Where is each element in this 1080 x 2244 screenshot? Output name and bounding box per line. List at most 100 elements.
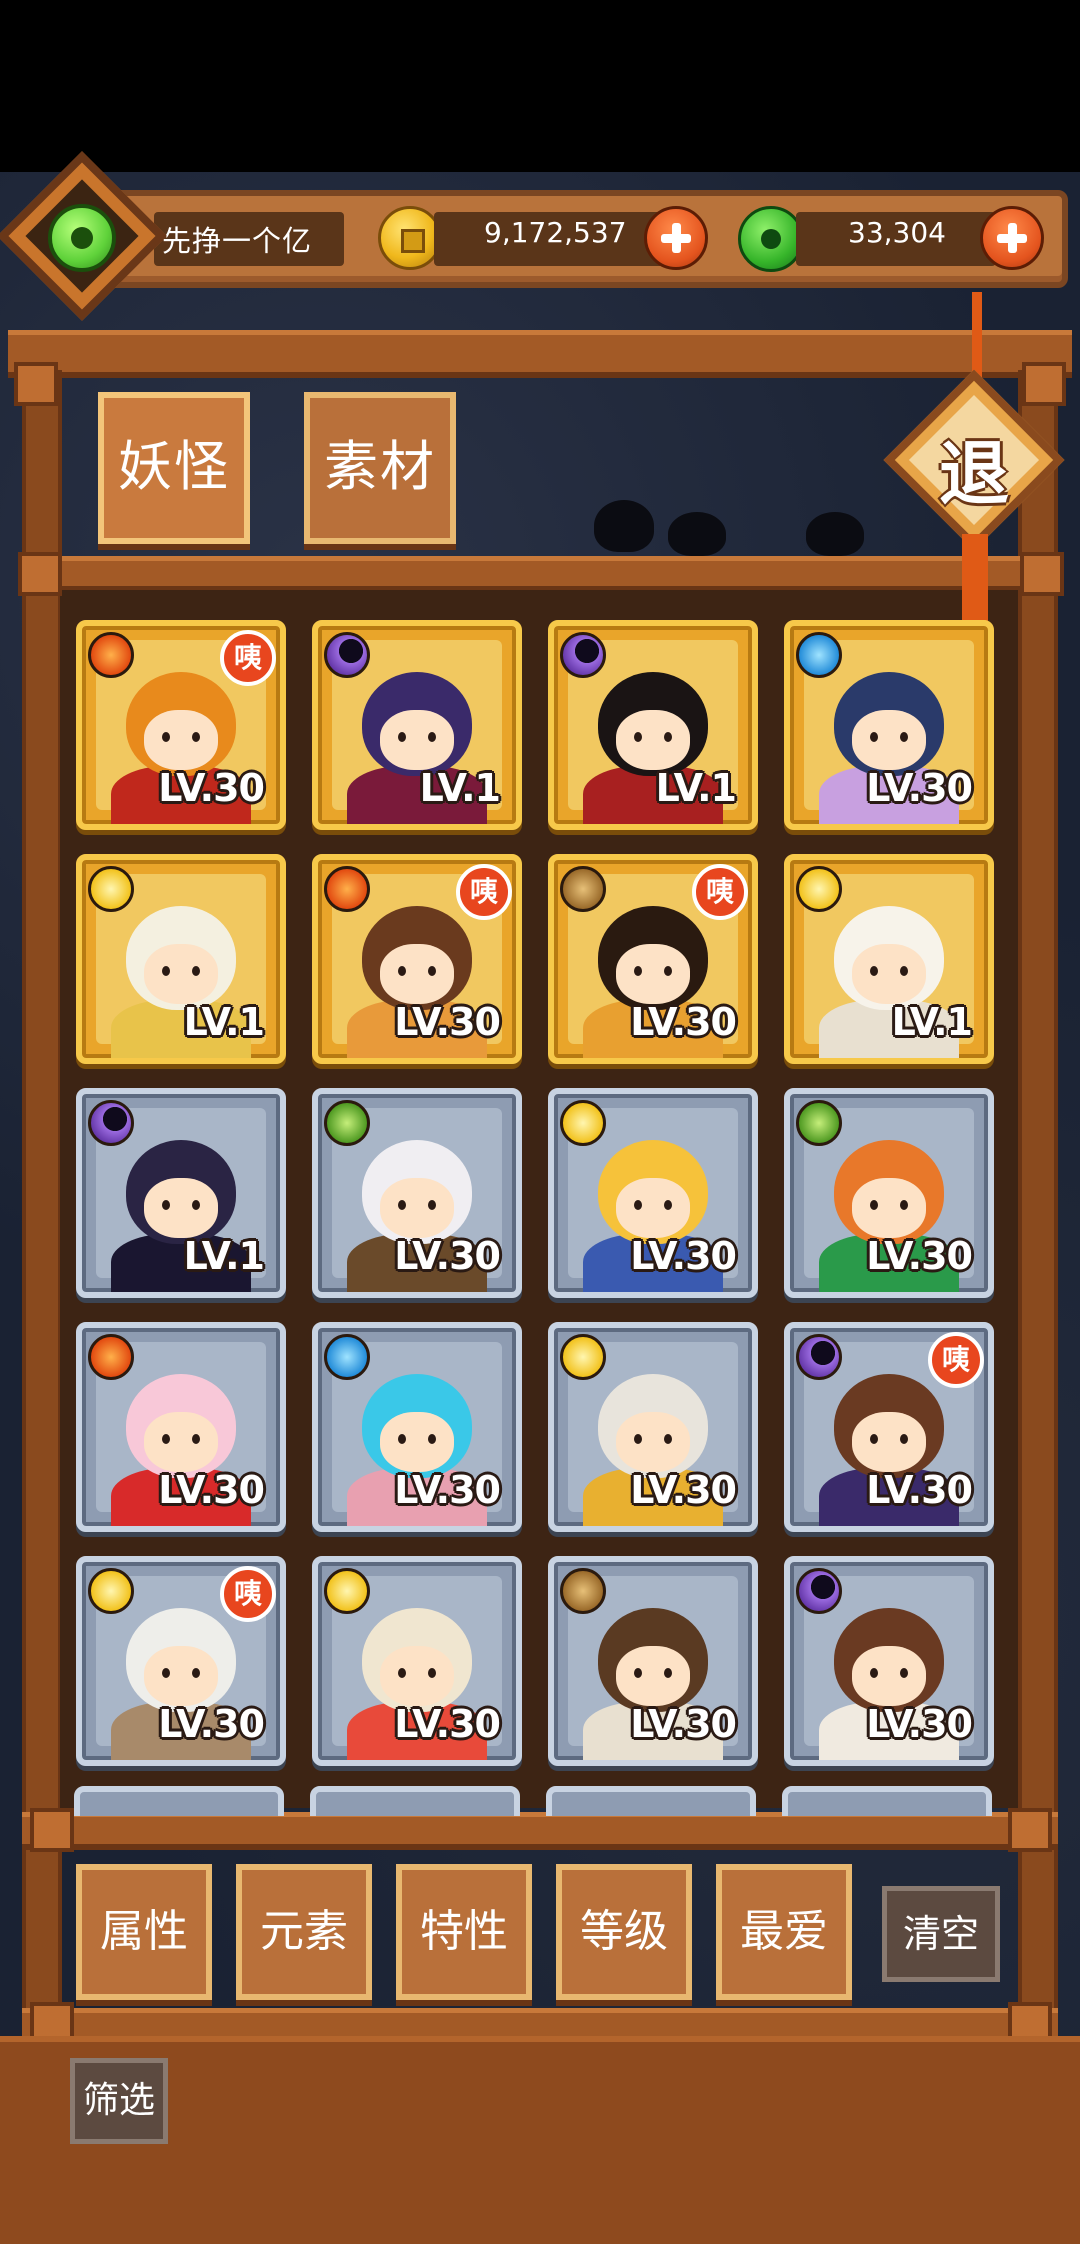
monster-face xyxy=(380,1412,454,1472)
wood-element-icon xyxy=(796,1100,842,1146)
filter-element-button[interactable]: 元素 xyxy=(236,1864,372,2000)
jade-disc-icon xyxy=(738,206,804,272)
water-element-icon xyxy=(324,1334,370,1380)
monster-card[interactable]: LV.30 xyxy=(548,1088,758,1298)
monster-face xyxy=(616,1646,690,1706)
monster-level: LV.30 xyxy=(630,1702,737,1746)
new-badge: 咦 xyxy=(220,1566,276,1622)
shelf-left-post xyxy=(22,370,62,2050)
shadow-creature xyxy=(668,512,726,556)
screen-toggle-button[interactable]: 筛选 xyxy=(70,2058,168,2144)
monster-card[interactable]: 咦 LV.30 xyxy=(784,1322,994,1532)
shadow-creature xyxy=(806,512,864,556)
monster-level: LV.1 xyxy=(655,766,737,810)
monster-card[interactable]: LV.30 xyxy=(784,1556,994,1766)
add-coins-button[interactable] xyxy=(644,206,708,270)
light-element-icon xyxy=(560,1334,606,1380)
wood-element-icon xyxy=(324,1100,370,1146)
bolt xyxy=(1020,552,1064,596)
monster-card[interactable]: LV.30 xyxy=(548,1556,758,1766)
monster-card[interactable]: LV.30 xyxy=(312,1088,522,1298)
light-element-icon xyxy=(88,1568,134,1614)
filter-level-button[interactable]: 等级 xyxy=(556,1864,692,2000)
dark-element-icon xyxy=(560,632,606,678)
monster-level: LV.30 xyxy=(394,1234,501,1278)
monster-face xyxy=(852,944,926,1004)
monster-card[interactable]: 咦 LV.30 xyxy=(548,854,758,1064)
monster-level: LV.30 xyxy=(394,1000,501,1044)
shelf-top-beam xyxy=(8,330,1072,378)
monster-level: LV.30 xyxy=(158,1468,265,1512)
new-badge: 咦 xyxy=(928,1332,984,1388)
monster-card[interactable]: LV.1 xyxy=(548,620,758,830)
monster-card[interactable]: 咦 LV.30 xyxy=(312,854,522,1064)
filter-attribute-button[interactable]: 属性 xyxy=(76,1864,212,2000)
monster-card[interactable]: LV.30 xyxy=(312,1322,522,1532)
tab-materials[interactable]: 素材 xyxy=(304,392,456,544)
bolt xyxy=(1008,1808,1052,1852)
monster-level: LV.30 xyxy=(866,1234,973,1278)
bolt xyxy=(18,552,62,596)
monster-face xyxy=(380,1646,454,1706)
clear-filters-button[interactable]: 清空 xyxy=(882,1886,1000,1982)
resource-bar: 先挣一个亿 9,172,537 33,304 xyxy=(90,190,1068,288)
monster-card[interactable]: LV.30 xyxy=(312,1556,522,1766)
monster-face xyxy=(380,710,454,770)
player-name: 先挣一个亿 xyxy=(162,224,313,258)
monster-face xyxy=(616,944,690,1004)
monster-level: LV.30 xyxy=(630,1468,737,1512)
light-element-icon xyxy=(560,1100,606,1146)
monster-card[interactable]: LV.1 xyxy=(312,620,522,830)
monster-face xyxy=(144,944,218,1004)
monster-face xyxy=(380,1178,454,1238)
monster-level: LV.30 xyxy=(158,766,265,810)
monster-face xyxy=(852,1412,926,1472)
monster-card[interactable]: LV.30 xyxy=(76,1322,286,1532)
light-element-icon xyxy=(796,866,842,912)
jade-count: 33,304 xyxy=(848,216,946,249)
monster-level: LV.30 xyxy=(630,1234,737,1278)
add-jade-button[interactable] xyxy=(980,206,1044,270)
tab-monsters[interactable]: 妖怪 xyxy=(98,392,250,544)
bolt xyxy=(14,362,58,406)
shelf-lower-beam xyxy=(22,1812,1058,1850)
monster-card[interactable]: LV.30 xyxy=(784,1088,994,1298)
monster-card[interactable]: LV.1 xyxy=(76,1088,286,1298)
monster-face xyxy=(144,1178,218,1238)
fire-element-icon xyxy=(88,1334,134,1380)
monster-face xyxy=(616,710,690,770)
monster-card[interactable]: LV.30 xyxy=(548,1322,758,1532)
exit-button[interactable]: 退 xyxy=(883,369,1065,551)
monster-face xyxy=(144,710,218,770)
hanging-tassel xyxy=(962,534,988,626)
monster-card[interactable]: 咦 LV.30 xyxy=(76,620,286,830)
monster-face xyxy=(144,1646,218,1706)
next-row-peek xyxy=(74,1786,1004,1816)
monster-face xyxy=(852,1178,926,1238)
earth-element-icon xyxy=(560,866,606,912)
monster-level: LV.1 xyxy=(419,766,501,810)
dark-element-icon xyxy=(324,632,370,678)
new-badge: 咦 xyxy=(692,864,748,920)
monster-card[interactable]: LV.1 xyxy=(76,854,286,1064)
monster-card[interactable]: 咦 LV.30 xyxy=(76,1556,286,1766)
monster-level: LV.1 xyxy=(183,1234,265,1278)
monster-level: LV.30 xyxy=(866,1702,973,1746)
dark-element-icon xyxy=(796,1334,842,1380)
monster-face xyxy=(144,1412,218,1472)
monster-card[interactable]: LV.30 xyxy=(784,620,994,830)
monster-face xyxy=(616,1178,690,1238)
filter-trait-button[interactable]: 特性 xyxy=(396,1864,532,2000)
filter-favorite-button[interactable]: 最爱 xyxy=(716,1864,852,2000)
new-badge: 咦 xyxy=(220,630,276,686)
gold-coin-icon xyxy=(378,206,442,270)
fire-element-icon xyxy=(88,632,134,678)
monster-face xyxy=(380,944,454,1004)
monster-level: LV.30 xyxy=(866,766,973,810)
light-element-icon xyxy=(324,1568,370,1614)
monster-card[interactable]: LV.1 xyxy=(784,854,994,1064)
new-badge: 咦 xyxy=(456,864,512,920)
bolt xyxy=(30,1808,74,1852)
shelf-right-post xyxy=(1018,370,1058,2050)
dark-element-icon xyxy=(796,1568,842,1614)
